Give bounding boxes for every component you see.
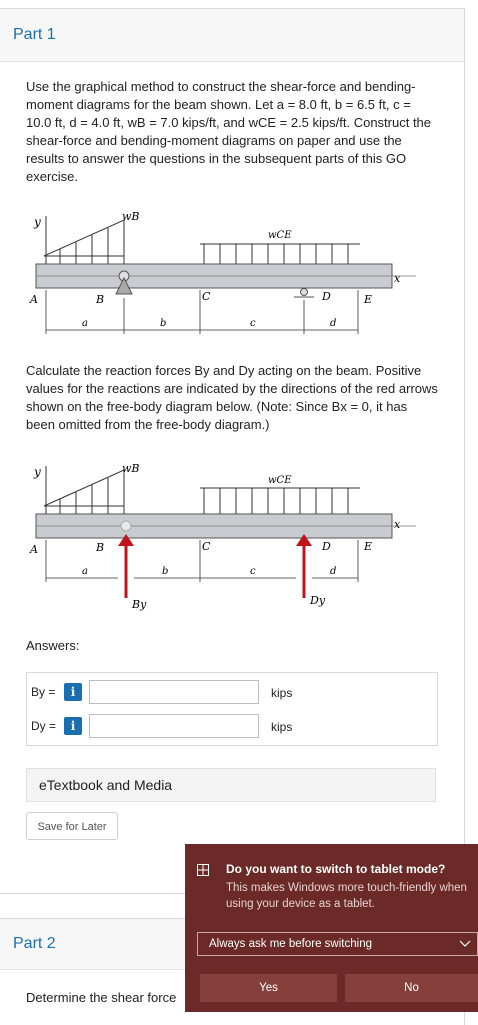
wCE-label: wCE <box>268 230 292 241</box>
problem-statement: Use the graphical method to construct th… <box>26 79 432 184</box>
answers-panel: By = i kips Dy = i kips <box>26 672 438 746</box>
fbd-wB-label: wB <box>122 462 140 475</box>
etextbook-media-button[interactable]: eTextbook and Media <box>26 768 436 802</box>
fbd-point-B-label: B <box>95 541 104 554</box>
dim-d-label: d <box>330 318 336 329</box>
etextbook-label: eTextbook and Media <box>39 777 173 793</box>
part1-header: Part 1 <box>0 9 464 62</box>
fbd-dim-c-label: c <box>250 566 256 577</box>
By-label: By = <box>31 685 56 699</box>
point-C-label: C <box>202 290 211 303</box>
fbd-wCE-label: wCE <box>268 475 292 486</box>
answer-row-By: By = i kips <box>27 677 437 707</box>
chevron-down-icon <box>459 940 471 947</box>
toast-title: Do you want to switch to tablet mode? <box>226 862 446 876</box>
wB-label: wB <box>122 210 140 223</box>
no-button[interactable]: No <box>345 974 478 1002</box>
toast-body: This makes Windows more touch-friendly w… <box>226 882 467 910</box>
part1-title: Part 1 <box>13 26 56 43</box>
no-button-label: No <box>404 982 419 994</box>
tablet-mode-notification: Do you want to switch to tablet mode? Th… <box>185 844 478 1012</box>
x-axis-label: x <box>394 272 401 285</box>
free-body-diagram: y wB wCE x By Dy A B C D E a b c d <box>29 462 416 611</box>
save-for-later-button[interactable]: Save for Later <box>26 812 118 840</box>
y-axis-label: y <box>33 215 41 229</box>
point-A-label: A <box>29 293 38 306</box>
fbd-point-D-label: D <box>321 540 331 553</box>
fbd-point-A-label: A <box>29 543 38 556</box>
By-unit: kips <box>271 686 293 700</box>
reactions-statement: Calculate the reaction forces By and Dy … <box>26 363 438 432</box>
By-reaction-label: By <box>131 598 147 611</box>
fbd-x-axis-label: x <box>394 518 401 531</box>
point-D-label: D <box>321 290 331 303</box>
fbd-point-E-label: E <box>363 540 372 553</box>
Dy-reaction-label: Dy <box>309 594 326 607</box>
Dy-unit: kips <box>271 720 293 734</box>
yes-button[interactable]: Yes <box>200 974 337 1002</box>
fbd-dim-a-label: a <box>82 566 88 577</box>
dropdown-value: Always ask me before switching <box>209 938 372 950</box>
switch-behavior-dropdown[interactable]: Always ask me before switching <box>197 932 478 956</box>
save-for-later-label: Save for Later <box>37 821 107 833</box>
dim-a-label: a <box>82 318 88 329</box>
dim-c-label: c <box>250 318 256 329</box>
Dy-label: Dy = <box>31 719 57 733</box>
fbd-dim-b-label: b <box>162 566 168 577</box>
answers-label: Answers: <box>26 638 80 653</box>
dim-b-label: b <box>160 318 166 329</box>
By-input[interactable] <box>89 680 259 704</box>
yes-button-label: Yes <box>259 982 278 994</box>
point-E-label: E <box>363 293 372 306</box>
fbd-dim-d-label: d <box>330 566 336 577</box>
point-B-label: B <box>95 293 104 306</box>
answer-row-Dy: Dy = i kips <box>27 711 437 741</box>
part2-title: Part 2 <box>13 935 56 952</box>
beam-figure: y wB wCE x A B C D E a b c d <box>29 210 416 334</box>
tablet-mode-icon <box>197 864 209 876</box>
Dy-input[interactable] <box>89 714 259 738</box>
fbd-y-axis-label: y <box>33 465 41 479</box>
info-icon[interactable]: i <box>64 717 82 735</box>
info-icon[interactable]: i <box>64 683 82 701</box>
fbd-point-C-label: C <box>202 540 211 553</box>
